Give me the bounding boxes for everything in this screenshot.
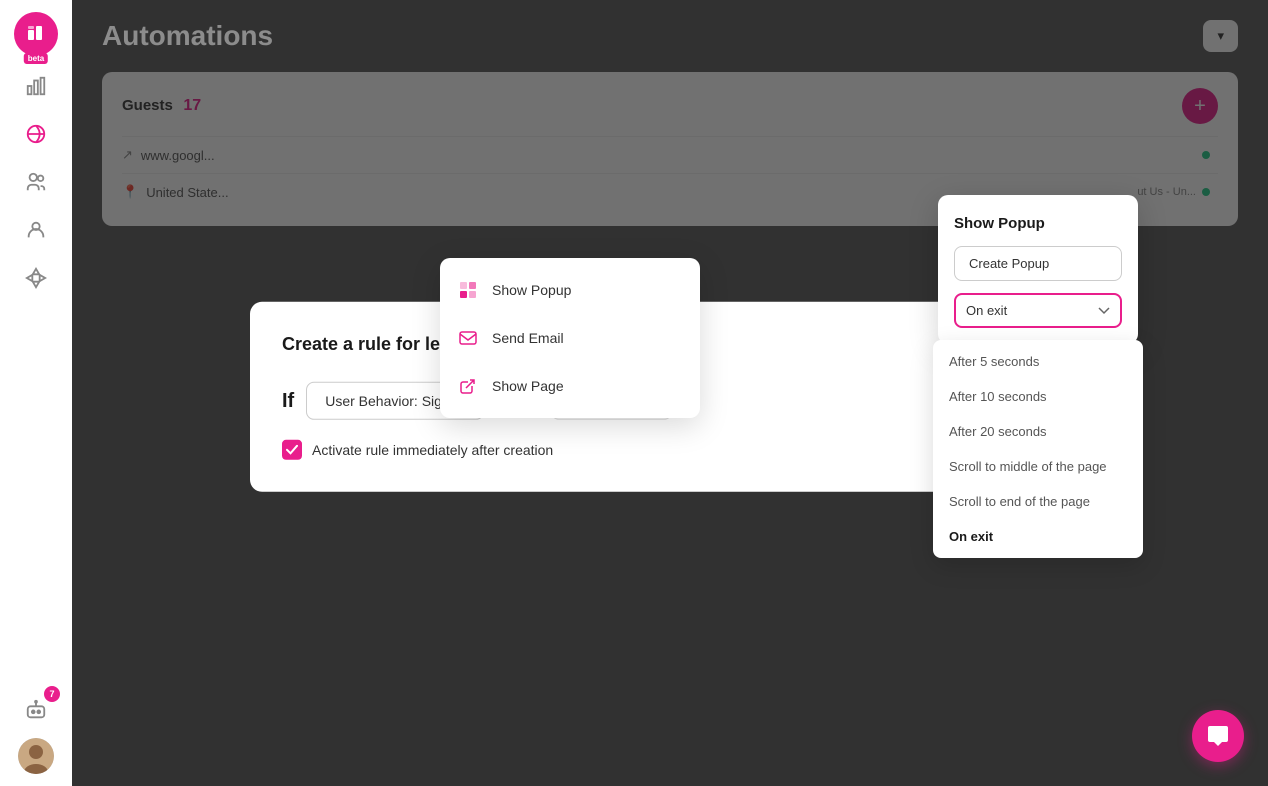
then-dropdown: Show Popup Send Email Show Page <box>440 258 700 418</box>
trigger-option-after20-item[interactable]: After 20 seconds <box>933 414 1143 449</box>
bot-icon-wrapper[interactable]: 7 <box>16 690 56 730</box>
sidebar: beta <box>0 0 72 786</box>
beta-label: beta <box>24 53 48 64</box>
chat-button[interactable] <box>1192 710 1244 762</box>
dropdown-label-show-page: Show Page <box>492 378 564 394</box>
notification-badge: 7 <box>44 686 60 702</box>
sidebar-item-integrations[interactable] <box>16 258 56 298</box>
checkbox-label: Activate rule immediately after creation <box>312 442 553 458</box>
mail-icon <box>456 326 480 350</box>
trigger-option-after10-item[interactable]: After 10 seconds <box>933 379 1143 414</box>
trigger-option-after5-item[interactable]: After 5 seconds <box>933 344 1143 379</box>
dropdown-item-show-popup[interactable]: Show Popup <box>440 266 700 314</box>
dropdown-label-show-popup: Show Popup <box>492 282 571 298</box>
trigger-select[interactable]: After 5 seconds After 10 seconds After 2… <box>954 293 1122 328</box>
panel-title: Show Popup <box>954 215 1122 232</box>
show-popup-panel: Show Popup Create Popup After 5 seconds … <box>938 195 1138 344</box>
app-logo[interactable]: beta <box>14 12 58 56</box>
activate-checkbox[interactable] <box>282 440 302 460</box>
sidebar-bottom: 7 <box>16 690 56 774</box>
create-popup-button[interactable]: Create Popup <box>954 246 1122 281</box>
dropdown-item-show-page[interactable]: Show Page <box>440 362 700 410</box>
trigger-options-dropdown: After 5 seconds After 10 seconds After 2… <box>933 340 1143 558</box>
trigger-option-on-exit-item[interactable]: On exit <box>933 519 1143 554</box>
main-content: Automations Guests 17 + ↗ www.googl... <box>72 0 1268 786</box>
layers-icon <box>456 278 480 302</box>
if-label: If <box>282 389 294 412</box>
trigger-option-scroll-middle-item[interactable]: Scroll to middle of the page <box>933 449 1143 484</box>
trigger-option-scroll-end-item[interactable]: Scroll to end of the page <box>933 484 1143 519</box>
sidebar-item-analytics[interactable] <box>16 66 56 106</box>
sidebar-item-person[interactable] <box>16 210 56 250</box>
sidebar-item-automations[interactable] <box>16 114 56 154</box>
dropdown-label-send-email: Send Email <box>492 330 564 346</box>
link-icon <box>456 374 480 398</box>
user-avatar[interactable] <box>18 738 54 774</box>
dropdown-item-send-email[interactable]: Send Email <box>440 314 700 362</box>
sidebar-item-contacts[interactable] <box>16 162 56 202</box>
